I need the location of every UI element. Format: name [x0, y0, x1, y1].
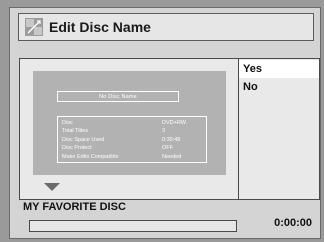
detail-value: DVD+RW — [162, 120, 186, 126]
detail-value: 0:30:48 — [162, 136, 181, 143]
detail-row-disc: Disc DVD+RW — [62, 119, 202, 127]
detail-label: Disc Space Used — [62, 136, 105, 143]
detail-value: 3 — [162, 128, 166, 135]
detail-label: Make Edits Compatible — [62, 153, 119, 160]
detail-label: Disc Protect — [62, 145, 92, 152]
detail-row-total-titles: Total Titles 3 — [62, 127, 202, 135]
time-counter: 0:00:00 — [274, 217, 312, 229]
page-title: Edit Disc Name — [49, 19, 151, 35]
detail-value: OFF — [162, 145, 173, 152]
disc-name-text: MY FAVORITE DISC — [23, 201, 126, 213]
detail-value: Needed — [162, 153, 182, 160]
detail-row-disc-space-used: Disc Space Used 0:30:48 — [62, 136, 202, 144]
header-bar: Edit Disc Name — [18, 13, 314, 41]
option-no[interactable]: No — [239, 78, 319, 96]
detail-row-make-edits-compatible: Make Edits Compatible Needed — [62, 153, 202, 161]
disc-info-panel: No Disc Name Disc DVD+RW Total Titles 3 … — [33, 71, 226, 175]
options-menu: Yes No — [239, 60, 319, 96]
detail-label: Disc — [62, 120, 73, 126]
edit-disc-name-screen: Edit Disc Name No Disc Name Disc DVD+RW … — [9, 7, 321, 239]
edit-disc-icon — [25, 18, 43, 36]
detail-row-disc-protect: Disc Protect OFF — [62, 144, 202, 152]
disc-name-display: No Disc Name — [57, 91, 179, 102]
disc-details: Disc DVD+RW Total Titles 3 Disc Space Us… — [57, 116, 207, 163]
main-frame: No Disc Name Disc DVD+RW Total Titles 3 … — [19, 58, 320, 200]
scroll-down-arrow-icon[interactable] — [44, 183, 60, 191]
detail-label: Total Titles — [62, 128, 88, 135]
option-yes[interactable]: Yes — [239, 60, 319, 78]
progress-bar — [29, 220, 237, 232]
